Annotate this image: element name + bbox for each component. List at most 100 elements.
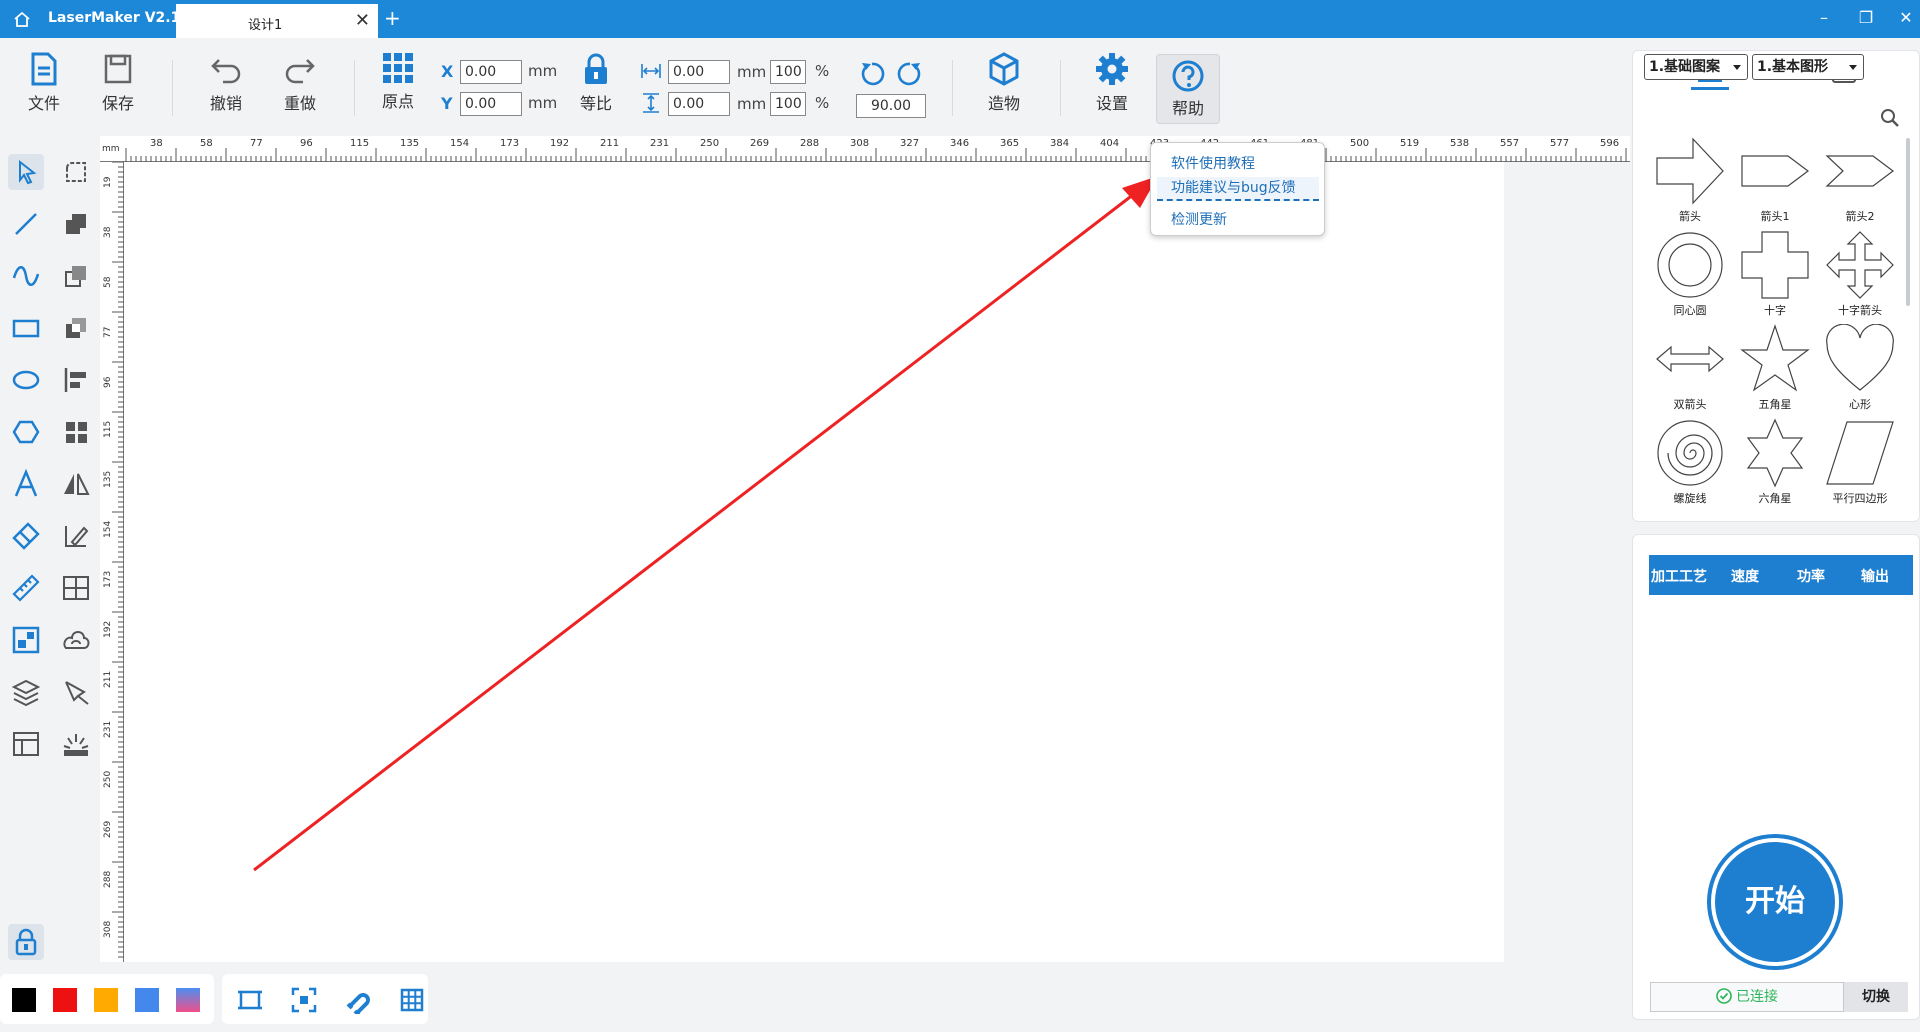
offset-tool[interactable] [58, 622, 94, 658]
subtract-tool[interactable] [58, 258, 94, 294]
intersect-squares-icon [66, 318, 86, 338]
height-input[interactable]: 0.00 [668, 92, 730, 116]
ruler-tick-label: 250 [103, 771, 113, 788]
shape-six-star[interactable]: 六角星 [1735, 418, 1815, 510]
color-swatch-gradient[interactable] [176, 988, 200, 1012]
ruler-tick-label: 308 [103, 921, 113, 938]
burst-tool[interactable] [58, 726, 94, 762]
height-percent-input[interactable]: 100 [770, 92, 806, 116]
fit-frame-button[interactable] [236, 986, 264, 1014]
shape-arrow1[interactable]: 箭头1 [1735, 136, 1815, 228]
ruler-tick-label: 38 [103, 226, 113, 238]
ruler-tick-label: 38 [150, 138, 163, 149]
close-window-button[interactable]: ✕ [1894, 8, 1918, 30]
ellipse-tool[interactable] [8, 362, 44, 398]
menu-item-tutorial[interactable]: 软件使用教程 [1171, 153, 1255, 173]
connection-status: 已连接 [1650, 982, 1844, 1012]
shape-label: 十字箭头 [1838, 304, 1882, 317]
minimize-button[interactable]: – [1812, 8, 1836, 30]
shape-arrow2[interactable]: 箭头2 [1820, 136, 1900, 228]
group-tool[interactable] [58, 414, 94, 450]
curve-tool[interactable] [8, 258, 44, 294]
shape-five-star[interactable]: 五角星 [1735, 324, 1815, 416]
category-select[interactable]: 1.基础图案 [1644, 54, 1748, 80]
search-icon[interactable] [1880, 108, 1900, 128]
undo-button[interactable]: 撤销 [196, 52, 256, 122]
shape-cross-arrow[interactable]: 十字箭头 [1820, 230, 1900, 322]
width-input[interactable]: 0.00 [668, 60, 730, 84]
align-left-icon [64, 368, 86, 392]
rectangle-tool[interactable] [8, 310, 44, 346]
save-button[interactable]: 保存 [88, 52, 148, 122]
eraser-tool[interactable] [8, 518, 44, 554]
measure-tool[interactable] [8, 570, 44, 606]
help-button[interactable]: 帮助 [1156, 54, 1220, 124]
rotate-angle-input[interactable]: 90.00 [856, 94, 926, 118]
node-edit-tool[interactable] [58, 154, 94, 190]
check-circle-icon [1716, 988, 1732, 1004]
polygon-tool[interactable] [8, 414, 44, 450]
tab-design1[interactable]: 设计1 ✕ [176, 4, 378, 38]
top-ruler: 38 58 77 96 115 135 154 173 192 211 231 250 269 288 30… [100, 136, 1630, 162]
color-swatch-red[interactable] [53, 988, 77, 1012]
canvas-lock-button[interactable] [8, 924, 44, 960]
intersect-tool[interactable] [58, 310, 94, 346]
pen-edit-icon [65, 526, 89, 547]
ruler-tick-label: 538 [1450, 138, 1469, 149]
shape-heart[interactable]: 心形 [1820, 324, 1900, 416]
ruler-tick-label: 288 [103, 871, 113, 888]
switch-device-button[interactable]: 切换 [1844, 982, 1908, 1012]
color-swatch-blue[interactable] [135, 988, 159, 1012]
origin-button[interactable]: 原点 [368, 52, 428, 122]
file-button[interactable]: 文件 [14, 52, 74, 122]
x-position-input[interactable]: 0.00 [460, 60, 522, 84]
combine-tool[interactable] [58, 206, 94, 242]
array-tool[interactable] [58, 570, 94, 606]
save-icon [104, 54, 132, 84]
tab-close-icon[interactable]: ✕ [355, 10, 370, 31]
lock-ratio-button[interactable]: 等比 [566, 52, 626, 122]
line-tool[interactable] [8, 206, 44, 242]
edit-path-tool[interactable] [58, 518, 94, 554]
menu-item-feedback[interactable]: 功能建议与bug反馈 [1157, 177, 1319, 201]
settings-button[interactable]: 设置 [1082, 52, 1142, 122]
rotate-right-icon[interactable] [896, 60, 924, 88]
magnet-snap-button[interactable] [344, 986, 372, 1017]
shape-parallelogram[interactable]: 平行四边形 [1820, 418, 1900, 510]
layout-tool[interactable] [8, 726, 44, 762]
shape-arrow[interactable]: 箭头 [1650, 136, 1730, 228]
trace-tool[interactable] [58, 674, 94, 710]
text-tool[interactable] [8, 466, 44, 502]
layers-tool[interactable] [8, 674, 44, 710]
restore-button[interactable]: ❐ [1854, 8, 1878, 30]
select-tool[interactable] [8, 154, 44, 190]
redo-button[interactable]: 重做 [270, 52, 330, 122]
mirror-tool[interactable] [58, 466, 94, 502]
shape-cross[interactable]: 十字 [1735, 230, 1815, 322]
subcategory-select[interactable]: 1.基本图形 [1752, 54, 1864, 80]
add-tab-button[interactable]: + [384, 6, 401, 30]
image-tool[interactable] [8, 622, 44, 658]
menu-item-check-update[interactable]: 检测更新 [1171, 209, 1227, 229]
color-swatch-orange[interactable] [94, 988, 118, 1012]
grid-toggle-button[interactable] [398, 986, 426, 1014]
shape-panel-scrollbar[interactable] [1906, 138, 1910, 306]
color-swatch-black[interactable] [12, 988, 36, 1012]
shape-label: 螺旋线 [1673, 492, 1707, 505]
home-icon[interactable] [12, 10, 32, 28]
width-percent-input[interactable]: 100 [770, 60, 806, 84]
design-canvas[interactable] [124, 162, 1504, 962]
zoom-selection-button[interactable] [290, 986, 318, 1014]
shape-concentric-circle[interactable]: 同心圆 [1650, 230, 1730, 322]
ruler-icon [12, 574, 40, 602]
letter-a-icon [14, 468, 38, 497]
shape-double-arrow[interactable]: 双箭头 [1650, 324, 1730, 416]
shape-label: 六角星 [1758, 492, 1792, 505]
align-tool[interactable] [58, 362, 94, 398]
build-button[interactable]: 造物 [974, 52, 1034, 122]
shape-spiral[interactable]: 螺旋线 [1650, 418, 1730, 510]
start-button[interactable]: 开始 [1711, 838, 1839, 966]
y-position-input[interactable]: 0.00 [460, 92, 522, 116]
rotate-left-icon[interactable] [858, 60, 886, 88]
undo-icon [211, 59, 241, 84]
